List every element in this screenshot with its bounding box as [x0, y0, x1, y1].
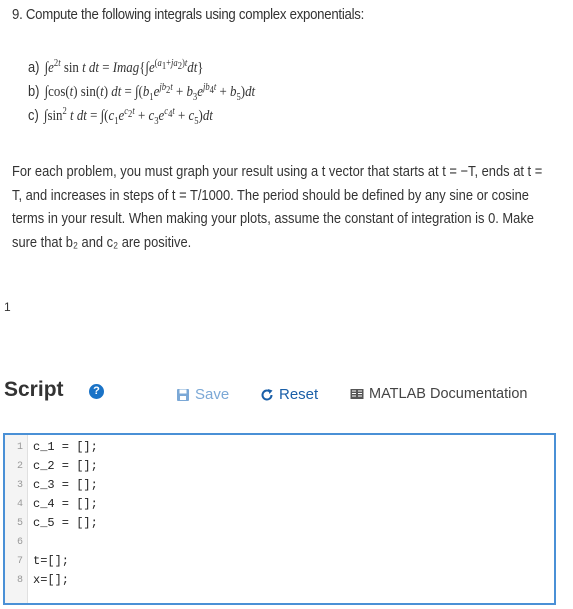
item-label-c: c) [28, 107, 39, 124]
code-line[interactable]: 3 c_3 = []; [5, 476, 554, 495]
line-number: 3 [16, 480, 23, 491]
integral-a: a) ∫e2t sin t dt = Imag{∫e(a1+ja2)tdt} [28, 58, 204, 76]
page-number: 1 [4, 300, 11, 314]
line-number: 2 [16, 461, 23, 472]
code-line[interactable]: 5 c_5 = []; [5, 514, 554, 533]
matlab-documentation-button[interactable]: MATLAB Documentation [350, 386, 528, 402]
instructions-line: For each problem, you must graph your re… [12, 163, 543, 180]
code-text[interactable]: c_1 = []; [33, 438, 98, 457]
reset-button[interactable]: Reset [260, 386, 318, 403]
code-text[interactable]: c_5 = []; [33, 514, 98, 533]
help-icon[interactable]: ? [89, 384, 104, 399]
instructions-line: sure that b₂ and c₂ are positive. [12, 233, 192, 251]
item-label-a: a) [28, 59, 40, 76]
line-number: 4 [16, 499, 23, 510]
code-line[interactable]: 4 c_4 = []; [5, 495, 554, 514]
code-text[interactable]: x=[]; [33, 571, 69, 590]
save-icon [177, 388, 189, 401]
integral-b: b) ∫cos(t) sin(t) dt = ∫(b1ejb2t + b3ejb4… [28, 82, 256, 103]
line-number: 8 [16, 575, 23, 586]
line-number: 7 [16, 556, 23, 567]
script-title: Script [4, 378, 64, 401]
item-label-b: b) [28, 83, 40, 100]
book-icon [350, 389, 364, 399]
problem-statement: 9. Compute the following integrals using… [0, 0, 573, 300]
save-button[interactable]: Save [176, 386, 229, 403]
save-label: Save [195, 386, 230, 403]
code-editor[interactable]: 1 c_1 = []; 2 c_2 = []; 3 c_3 = []; 4 c_… [3, 433, 556, 605]
line-number: 5 [16, 518, 23, 529]
doc-label: MATLAB Documentation [369, 386, 528, 402]
code-line[interactable]: 8 x=[]; [5, 571, 554, 590]
integral-c: c) ∫sin2 t dt = ∫(c1ec2t + c3ec4t + c5)dt [28, 106, 213, 127]
reset-icon [261, 388, 273, 400]
code-line[interactable]: 7 t=[]; [5, 552, 554, 571]
code-text[interactable]: t=[]; [33, 552, 69, 571]
code-line[interactable]: 2 c_2 = []; [5, 457, 554, 476]
code-line[interactable]: 1 c_1 = []; [5, 438, 554, 457]
instructions-paragraph: For each problem, you must graph your re… [12, 160, 543, 254]
problem-title: 9. Compute the following integrals using… [12, 6, 364, 23]
reset-label: Reset [279, 386, 319, 403]
code-line[interactable]: 6 [5, 533, 554, 552]
line-number: 1 [16, 442, 23, 453]
code-text[interactable]: c_2 = []; [33, 457, 98, 476]
script-header: Script ? Save Reset MATLAB Documentation [0, 374, 573, 414]
instructions-line: terms in your result. When making your p… [12, 210, 534, 227]
instructions-line: T, and increases in steps of t = T/1000.… [12, 186, 529, 204]
code-text[interactable]: c_3 = []; [33, 476, 98, 495]
code-text[interactable]: c_4 = []; [33, 495, 98, 514]
line-number: 6 [16, 537, 23, 548]
